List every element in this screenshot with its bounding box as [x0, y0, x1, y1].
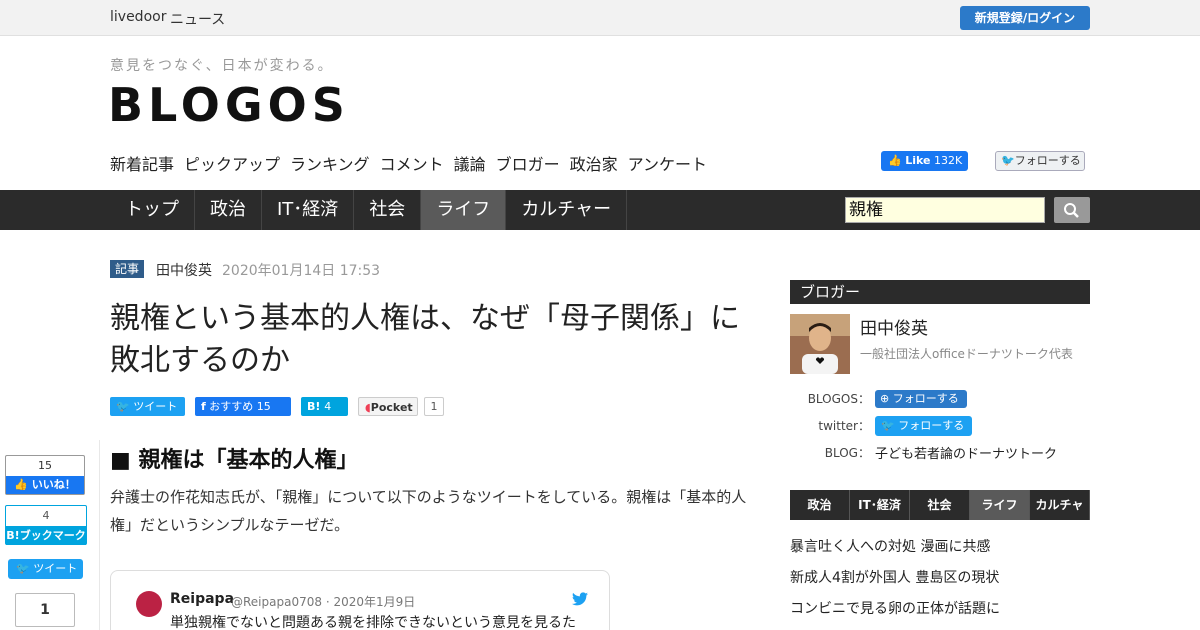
subnav-item-comment[interactable]: コメント — [380, 151, 444, 175]
sidebar-news-item[interactable]: コンビニで見る卵の正体が話題に — [790, 598, 1000, 618]
tweet-text: 単独親権でないと問題ある親を排除できないという意見を見るた — [170, 615, 576, 630]
twitter-follow-button[interactable]: 🐦フォローする — [995, 151, 1085, 171]
facebook-icon: f — [201, 400, 206, 413]
search-input[interactable]: 親権 — [845, 197, 1045, 223]
subnav-item-blogger[interactable]: ブロガー — [496, 151, 560, 175]
blogos-follow-button[interactable]: ⊕ フォローする — [875, 390, 967, 408]
fb-like-count: 132K — [933, 154, 963, 167]
blogos-follow-label: フォローする — [892, 392, 959, 405]
news-link[interactable]: ニュース — [170, 9, 225, 29]
label-blog: BLOG： — [824, 446, 870, 460]
sidebar-tab-society[interactable]: 社会 — [910, 490, 970, 520]
blog-link[interactable]: 子ども若者論のドーナツトーク — [875, 443, 1057, 462]
thumbs-up-icon: 👍 — [888, 154, 902, 167]
pocket-count: 1 — [424, 397, 444, 416]
sidebar-tab-politics[interactable]: 政治 — [790, 490, 850, 520]
search-icon — [1064, 203, 1079, 218]
sub-navigation: 新着記事 ピックアップ ランキング コメント 議論 ブロガー 政治家 アンケート — [110, 151, 707, 175]
sidebar-tab-life[interactable]: ライフ — [970, 490, 1030, 520]
hatena-label: B! — [307, 400, 321, 413]
twitter-bird-icon: 🐦 — [116, 400, 130, 413]
floating-hatena-label: B!ブックマーク — [6, 526, 86, 545]
tab-it-economy[interactable]: IT･経済 — [262, 190, 355, 230]
subnav-item-survey[interactable]: アンケート — [628, 151, 707, 175]
floating-pocket-count[interactable]: 1 — [15, 593, 75, 627]
tagline: 意見をつなぐ、日本が変わる。 — [110, 58, 334, 74]
twitter-follow-label: フォローする — [1014, 154, 1081, 167]
tweet-meta: @Reipapa0708 · 2020年1月9日 — [231, 593, 415, 610]
tweet-author-name[interactable]: Reipapa — [170, 591, 234, 607]
tweet-separator: · — [325, 595, 330, 609]
tab-politics[interactable]: 政治 — [195, 190, 262, 230]
login-button[interactable]: 新規登録/ログイン — [960, 6, 1090, 30]
sidebar-news-item[interactable]: 暴言吐く人への対処 漫画に共感 — [790, 536, 990, 556]
sidebar-tab-it-economy[interactable]: IT･経済 — [850, 490, 910, 520]
subnav-item-pickup[interactable]: ピックアップ — [184, 151, 280, 175]
subnav-item-politician[interactable]: 政治家 — [570, 151, 618, 175]
floating-hatena-bookmark[interactable]: 4 B!ブックマーク — [5, 505, 87, 545]
article-author[interactable]: 田中俊英 — [156, 260, 212, 280]
hatena-bookmark-button[interactable]: B! 4 — [301, 397, 348, 416]
pocket-button[interactable]: ◖Pocket — [358, 397, 418, 416]
tab-culture[interactable]: カルチャー — [506, 190, 628, 230]
livedoor-link[interactable]: livedoor — [110, 9, 166, 25]
label-blogos: BLOGOS： — [807, 392, 870, 406]
facebook-like-button[interactable]: 👍 Like 132K — [881, 151, 968, 171]
pocket-label: Pocket — [370, 401, 413, 414]
floating-fb-label: 👍 いいね！ — [6, 476, 84, 494]
section-heading: ■ 親権は「基本的人権」 — [110, 448, 359, 473]
thumbs-up-icon: 👍 — [14, 478, 28, 491]
subnav-item-debate[interactable]: 議論 — [454, 151, 486, 175]
tab-society[interactable]: 社会 — [354, 190, 422, 230]
twitter-follow-blogger-button[interactable]: 🐦 フォローする — [875, 416, 972, 436]
blogger-avatar-image — [790, 314, 850, 374]
twitter-bird-icon[interactable] — [572, 592, 588, 606]
label-twitter: twitter： — [818, 419, 870, 433]
twitter-bird-icon: 🐦 — [881, 419, 895, 432]
facebook-recommend-button[interactable]: f おすすめ 15 — [195, 397, 291, 416]
sidebar-news-item[interactable]: 新成人4割が外国人 豊島区の現状 — [790, 567, 999, 587]
tab-life[interactable]: ライフ — [421, 190, 507, 230]
hatena-count: 4 — [324, 400, 332, 413]
search-button[interactable] — [1054, 197, 1090, 223]
floating-fb-label-text: いいね！ — [31, 478, 76, 491]
subnav-item-ranking[interactable]: ランキング — [290, 151, 370, 175]
floating-tweet-label: ツイート — [33, 562, 78, 575]
article-title: 親権という基本的人権は、なぜ「母子関係」に敗北するのか — [110, 301, 740, 378]
twitter-bird-icon: 🐦 — [16, 562, 30, 575]
tweet-label: ツイート — [133, 400, 178, 413]
fb-recommend-label: おすすめ — [209, 400, 254, 413]
blogos-logo[interactable]: BLOGOS — [108, 78, 350, 132]
category-tabs: トップ 政治 IT･経済 社会 ライフ カルチャー — [110, 190, 628, 230]
sidebar-heading: ブロガー — [790, 280, 1090, 304]
tab-top[interactable]: トップ — [110, 190, 195, 230]
fb-recommend-count: 15 — [256, 400, 271, 413]
tweet-date[interactable]: 2020年1月9日 — [333, 595, 415, 609]
article-date: 2020年01月14日 17:53 — [222, 263, 381, 279]
twitter-bird-icon: 🐦 — [1001, 154, 1015, 167]
fb-like-label: Like — [905, 154, 931, 167]
article-tag: 記事 — [110, 260, 145, 278]
blogger-photo[interactable] — [790, 314, 850, 374]
twitter-follow-blogger-label: フォローする — [898, 419, 965, 432]
tweet-handle[interactable]: @Reipapa0708 — [231, 595, 322, 609]
blogger-description: 一般社団法人officeドーナツトーク代表 — [860, 347, 1073, 361]
tweet-button[interactable]: 🐦 ツイート — [110, 397, 185, 416]
avatar[interactable] — [136, 591, 162, 617]
sidebar-tab-culture[interactable]: カルチャー — [1030, 490, 1090, 542]
blogger-name[interactable]: 田中俊英 — [860, 314, 928, 339]
floating-tweet-button[interactable]: 🐦 ツイート — [8, 559, 83, 579]
subnav-item-new[interactable]: 新着記事 — [110, 151, 174, 175]
plus-icon: ⊕ — [880, 392, 890, 405]
floating-fb-count: 15 — [38, 459, 52, 472]
floating-facebook-like[interactable]: 15 👍 いいね！ — [5, 455, 85, 495]
floating-hatena-count: 4 — [42, 509, 50, 522]
article-paragraph: 弁護士の作花知志氏が、「親権」について以下のようなツイートをしている。親権は「基… — [110, 488, 747, 534]
sidebar-category-tabs: 政治 IT･経済 社会 ライフ カルチャー — [790, 490, 1090, 542]
